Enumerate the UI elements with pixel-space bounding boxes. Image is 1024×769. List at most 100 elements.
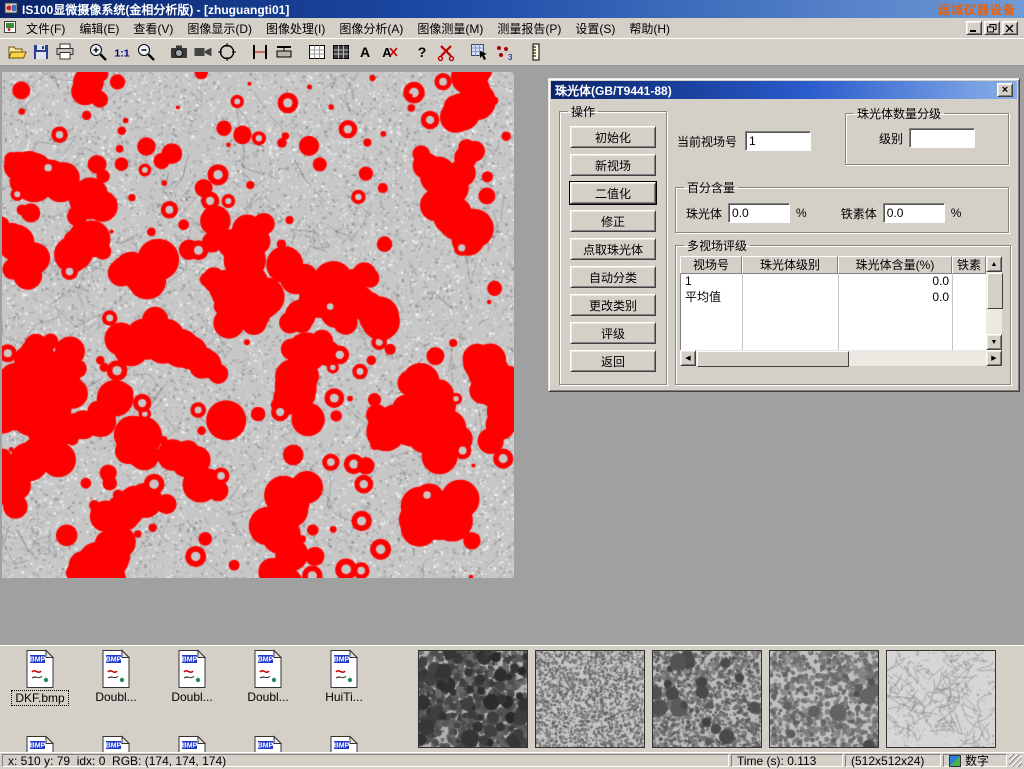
file-item-1[interactable]: BMPDoubl... <box>82 649 150 706</box>
svg-text:1:1: 1:1 <box>114 48 129 60</box>
thumbnail-image-3[interactable] <box>769 650 879 748</box>
micrograph-image[interactable] <box>2 72 514 578</box>
ops-button-1[interactable]: 新视场 <box>570 154 656 176</box>
ops-button-7[interactable]: 评级 <box>570 322 656 344</box>
table-header-3[interactable]: 铁素 <box>952 256 986 274</box>
caliper-icon[interactable] <box>248 41 271 63</box>
file-item-4[interactable]: BMPHuiTi... <box>310 649 378 706</box>
menu-item-8[interactable]: 设置(S) <box>568 18 622 39</box>
table-cell <box>743 290 839 306</box>
zoom-in-icon[interactable] <box>86 41 109 63</box>
bmp-file-icon: BMP <box>251 735 285 752</box>
menu-item-0[interactable]: 文件(F) <box>19 18 72 39</box>
menu-item-6[interactable]: 图像测量(M) <box>410 18 490 39</box>
pointer-grid-icon[interactable] <box>467 41 490 63</box>
file-item-0[interactable]: BMPDKF.bmp <box>6 649 74 706</box>
ops-button-6[interactable]: 更改类别 <box>570 294 656 316</box>
scroll-left-icon[interactable]: ◀ <box>680 350 696 366</box>
text-a-icon[interactable]: A <box>353 41 376 63</box>
capture-icon[interactable] <box>215 41 238 63</box>
counter-icon[interactable]: 3 <box>491 41 514 63</box>
file-item-2[interactable]: BMPDoubl... <box>158 649 226 706</box>
menu-item-7[interactable]: 测量报告(P) <box>490 18 568 39</box>
menu-item-1[interactable]: 编辑(E) <box>72 18 126 39</box>
dialog-title: 珠光体(GB/T9441-88) <box>555 82 672 99</box>
stage-icon[interactable] <box>272 41 295 63</box>
ops-button-4[interactable]: 点取珠光体 <box>570 238 656 260</box>
table-horizontal-scrollbar[interactable]: ◀ ▶ <box>680 350 1002 366</box>
bmp-file-icon: BMP <box>99 649 133 689</box>
text-strike-icon[interactable]: A <box>377 41 400 63</box>
pearlite-percent-input[interactable] <box>728 203 790 223</box>
file-item-partial[interactable]: BMP <box>158 735 226 752</box>
ops-button-5[interactable]: 自动分类 <box>570 266 656 288</box>
dialog-close-button[interactable]: × <box>997 83 1013 97</box>
menu-items: 文件(F)编辑(E)查看(V)图像显示(D)图像处理(I)图像分析(A)图像测量… <box>19 18 677 39</box>
scroll-down-icon[interactable]: ▼ <box>986 334 1002 350</box>
grade-input[interactable] <box>909 128 975 148</box>
cut-icon[interactable] <box>434 41 457 63</box>
image-size-panel: (512x512x24) <box>845 754 941 767</box>
file-item-partial[interactable]: BMP <box>234 735 302 752</box>
video-icon[interactable] <box>191 41 214 63</box>
print-icon[interactable] <box>53 41 76 63</box>
ops-button-3[interactable]: 修正 <box>570 210 656 232</box>
ops-button-8[interactable]: 返回 <box>570 350 656 372</box>
table-header-1[interactable]: 珠光体级别 <box>742 256 838 274</box>
file-label: Doubl... <box>92 690 139 704</box>
grid-dark-icon[interactable] <box>329 41 352 63</box>
child-restore-button[interactable] <box>984 21 1000 35</box>
thumbnail-image-1[interactable] <box>535 650 645 748</box>
menu-item-9[interactable]: 帮助(H) <box>622 18 677 39</box>
table-row[interactable]: 平均值0.0 <box>681 290 987 306</box>
zoom-out-icon[interactable] <box>134 41 157 63</box>
resize-grip[interactable] <box>1009 754 1022 767</box>
child-minimize-button[interactable] <box>966 21 982 35</box>
thumbnail-image-0[interactable] <box>418 650 528 748</box>
table-vertical-scrollbar[interactable]: ▲ ▼ <box>986 256 1002 350</box>
menu-item-5[interactable]: 图像分析(A) <box>332 18 410 39</box>
ops-button-2[interactable]: 二值化 <box>570 182 656 204</box>
app-icon <box>4 1 18 18</box>
app-window: IS100显微摄像系统(金相分析版) - [zhuguangti01] 运城仪器… <box>0 0 1024 768</box>
table-row[interactable]: 10.0 <box>681 274 987 290</box>
ruler-icon[interactable] <box>524 41 547 63</box>
file-item-partial[interactable]: BMP <box>6 735 74 752</box>
thumbnail-image-2[interactable] <box>652 650 762 748</box>
ops-button-0[interactable]: 初始化 <box>570 126 656 148</box>
scroll-right-icon[interactable]: ▶ <box>986 350 1002 366</box>
open-icon[interactable] <box>5 41 28 63</box>
menu-item-4[interactable]: 图像处理(I) <box>259 18 332 39</box>
ferrite-percent-input[interactable] <box>883 203 945 223</box>
percent-group: 百分含量 珠光体 % 铁素体 % <box>675 179 1009 233</box>
help-icon[interactable]: ? <box>410 41 433 63</box>
grid-measure-icon[interactable] <box>305 41 328 63</box>
watermark-text: 运城仪器设备 <box>938 1 1020 18</box>
table-header-2[interactable]: 珠光体含量(%) <box>838 256 952 274</box>
table-body: 10.0平均值0.0 <box>680 274 987 350</box>
file-item-3[interactable]: BMPDoubl... <box>234 649 302 706</box>
thumbnail-image-4[interactable] <box>886 650 996 748</box>
hscroll-thumb[interactable] <box>697 351 849 367</box>
scroll-up-icon[interactable]: ▲ <box>986 256 1002 272</box>
svg-text:BMP: BMP <box>258 657 274 664</box>
titlebar: IS100显微摄像系统(金相分析版) - [zhuguangti01] 运城仪器… <box>0 0 1024 18</box>
mdi-child-icon[interactable] <box>3 20 17 37</box>
actual-size-icon[interactable]: 1:1 <box>110 41 133 63</box>
dialog-titlebar[interactable]: 珠光体(GB/T9441-88) × <box>551 81 1017 99</box>
file-item-partial[interactable]: BMP <box>310 735 378 752</box>
bmp-file-icon: BMP <box>327 735 361 752</box>
table-header-0[interactable]: 视场号 <box>680 256 742 274</box>
grading-group: 珠光体数量分级 级别 <box>845 105 1009 165</box>
menu-item-2[interactable]: 查看(V) <box>126 18 180 39</box>
save-icon[interactable] <box>29 41 52 63</box>
menu-item-3[interactable]: 图像显示(D) <box>180 18 259 39</box>
operations-buttons: 初始化新视场二值化修正点取珠光体自动分类更改类别评级返回 <box>560 120 666 372</box>
file-item-partial[interactable]: BMP <box>82 735 150 752</box>
vscroll-thumb[interactable] <box>987 273 1003 309</box>
mdi-window-buttons <box>966 21 1021 35</box>
camera-icon[interactable] <box>167 41 190 63</box>
toolbar: 1:1 AA? 3 <box>0 38 1024 66</box>
child-close-button[interactable] <box>1002 21 1018 35</box>
current-field-input[interactable] <box>745 131 811 151</box>
